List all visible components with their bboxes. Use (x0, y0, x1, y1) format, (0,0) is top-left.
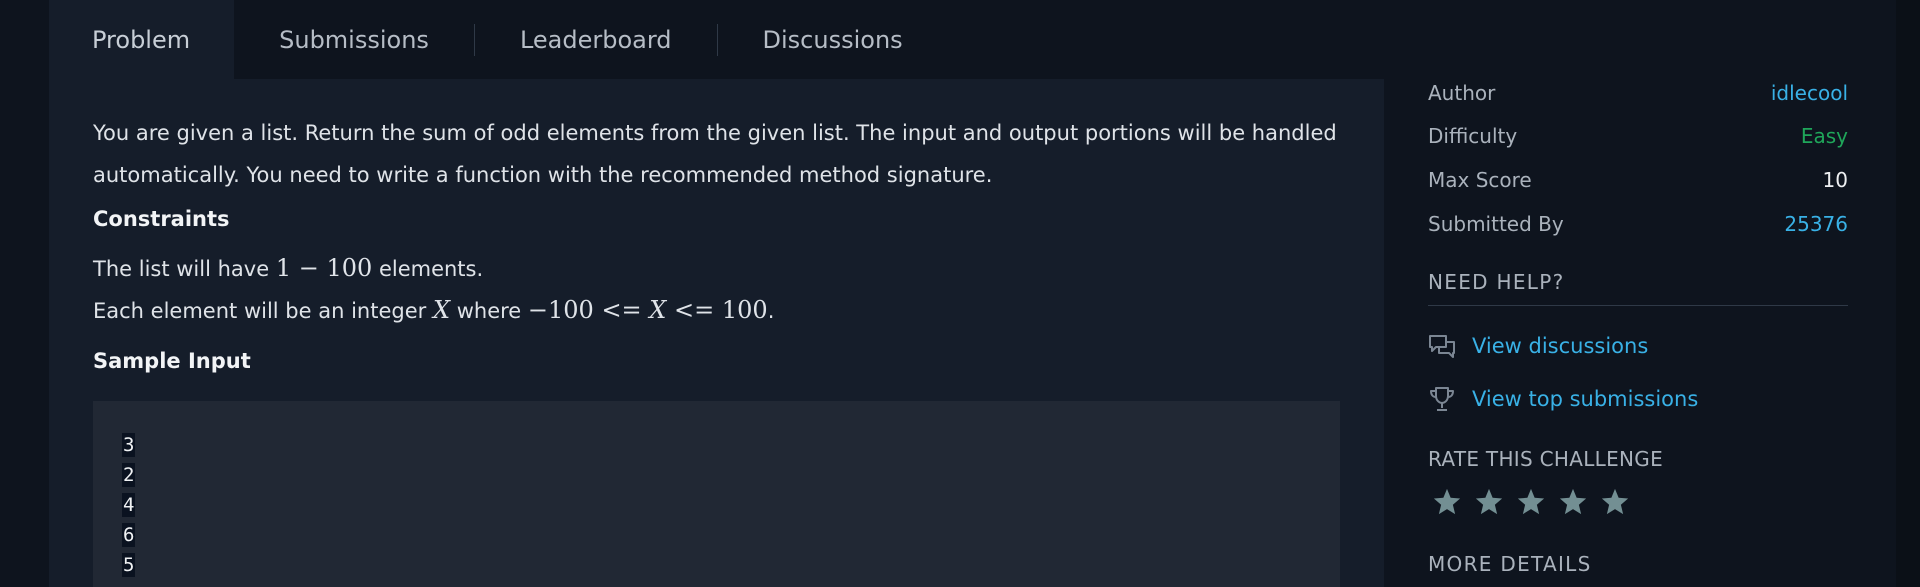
author-link[interactable]: idlecool (1771, 81, 1848, 105)
max-score-value: 10 (1822, 168, 1848, 192)
math-variable: X (649, 296, 667, 324)
code-line-text: 3 (122, 433, 136, 457)
author-label: Author (1428, 81, 1496, 105)
math-expression: 1 − 100 (275, 254, 373, 282)
difficulty-label: Difficulty (1428, 124, 1518, 148)
constraint-text: . (767, 299, 775, 323)
constraint-text: Each element will be an integer (93, 299, 433, 323)
need-help-title: NEED HELP? (1428, 270, 1565, 294)
constraint-text: elements. (372, 257, 484, 281)
code-line: 5 (122, 550, 136, 580)
problem-statement-panel: You are given a list. Return the sum of … (49, 79, 1384, 587)
difficulty-row: Difficulty Easy (1428, 121, 1848, 151)
math-variable: X (432, 296, 451, 324)
problem-description: You are given a list. Return the sum of … (93, 112, 1340, 196)
tab-leaderboard[interactable]: Leaderboard (475, 0, 717, 79)
view-discussions-link[interactable]: View discussions (1428, 330, 1648, 362)
view-top-submissions-label: View top submissions (1472, 387, 1699, 411)
code-line: 6 (122, 520, 136, 550)
constraint-element-range: Each element will be an integer X where … (93, 296, 774, 324)
rating-stars (1432, 487, 1630, 517)
more-details-title: MORE DETAILS (1428, 552, 1592, 576)
scrollbar-track[interactable] (1896, 0, 1920, 587)
rate-challenge-title: RATE THIS CHALLENGE (1428, 447, 1664, 471)
tab-submissions[interactable]: Submissions (234, 0, 474, 79)
difficulty-value: Easy (1800, 124, 1848, 148)
view-discussions-label: View discussions (1472, 334, 1649, 358)
star-icon[interactable] (1474, 487, 1504, 517)
star-icon[interactable] (1600, 487, 1630, 517)
constraint-text: The list will have (93, 257, 276, 281)
star-icon[interactable] (1516, 487, 1546, 517)
tab-discussions[interactable]: Discussions (718, 0, 948, 79)
submitted-by-link[interactable]: 25376 (1784, 212, 1848, 236)
page: Problem Submissions Leaderboard Discussi… (0, 0, 1920, 587)
code-line-text: 6 (122, 523, 136, 547)
challenge-sidebar: Author idlecool Difficulty Easy Max Scor… (1428, 0, 1848, 587)
view-top-submissions-link[interactable]: View top submissions (1428, 383, 1698, 415)
math-expression: −100 <= (527, 296, 650, 324)
math-expression: <= 100 (666, 296, 768, 324)
sample-input-heading: Sample Input (93, 349, 251, 373)
constraint-list-size: The list will have 1 − 100 elements. (93, 254, 483, 282)
problem-tabs: Problem Submissions Leaderboard Discussi… (49, 0, 948, 79)
code-line: 4 (122, 490, 136, 520)
max-score-label: Max Score (1428, 168, 1532, 192)
code-line: 2 (122, 460, 136, 490)
constraints-heading: Constraints (93, 207, 230, 231)
description-line: automatically. You need to write a funct… (93, 163, 993, 187)
description-line: You are given a list. Return the sum of … (93, 121, 1337, 145)
author-row: Author idlecool (1428, 78, 1848, 108)
constraint-text: where (450, 299, 528, 323)
star-icon[interactable] (1558, 487, 1588, 517)
code-line-text: 4 (122, 493, 136, 517)
sample-input-lines: 3 2 4 6 5 (122, 430, 136, 580)
submitted-by-row: Submitted By 25376 (1428, 209, 1848, 239)
code-line-text: 2 (122, 463, 136, 487)
tab-problem[interactable]: Problem (49, 0, 235, 79)
sample-input-code-block (93, 401, 1340, 587)
submitted-by-label: Submitted By (1428, 212, 1564, 236)
discussion-icon (1428, 332, 1456, 360)
star-icon[interactable] (1432, 487, 1462, 517)
code-line-text: 5 (122, 553, 136, 577)
trophy-icon (1428, 385, 1456, 413)
section-divider (1428, 305, 1848, 306)
code-line: 3 (122, 430, 136, 460)
max-score-row: Max Score 10 (1428, 165, 1848, 195)
